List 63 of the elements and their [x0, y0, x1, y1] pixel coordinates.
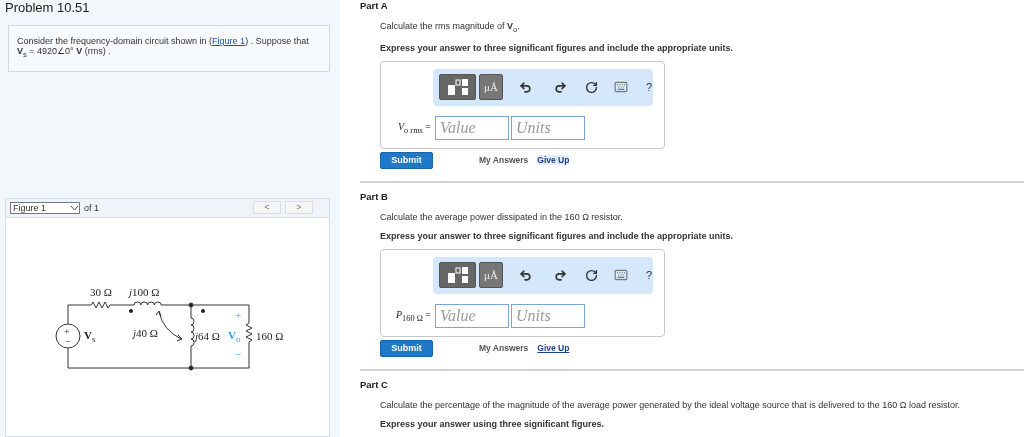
variable-label: P$_{160 Ω}$ = [395, 308, 431, 323]
plus-sign: + [235, 309, 242, 321]
reset-icon [585, 80, 598, 94]
undo-icon [519, 80, 532, 94]
value-field[interactable]: Value [435, 115, 509, 140]
keyboard-icon [614, 80, 628, 95]
help-button[interactable]: ? [646, 81, 653, 94]
undo-button[interactable] [519, 268, 532, 282]
instruction-text: Express your answer to three significant figures and include the appropriate units. [380, 42, 735, 54]
inductor-label: j100 Ω [129, 286, 160, 298]
my-answers-link[interactable]: My Answers [479, 155, 529, 166]
value-field[interactable]: Value [435, 303, 509, 328]
help-button[interactable]: ? [646, 269, 653, 282]
reset-icon [585, 268, 598, 282]
figure-count: of 1 [84, 202, 99, 213]
part-heading: Part B [360, 190, 389, 202]
undo-icon [519, 268, 532, 282]
templates-icon [446, 267, 469, 284]
question-text: Calculate the percentage of the magnitude of the average power generated by the ideal voltage source that is delivered to the 160 Ω load resistor. [380, 399, 962, 411]
resistor-label: 160 Ω [256, 330, 284, 342]
next-button[interactable]: > [285, 201, 313, 215]
problem-statement: Consider the frequency-domain circuit shown in (Figure 1) . Suppose that V$_{s}$ = 4920∠0° V (rms) . [8, 25, 330, 72]
templates-button[interactable] [439, 262, 476, 289]
reset-button[interactable] [585, 268, 598, 282]
inductor-label: j64 Ω [195, 330, 220, 342]
previous-button[interactable]: < [253, 201, 281, 215]
problem-title: Problem 10.51 [5, 0, 91, 15]
instruction-text: Express your answer to three significant figures and include the appropriate units. [380, 230, 735, 242]
submit-button[interactable]: Submit [380, 339, 433, 357]
redo-button[interactable] [554, 268, 567, 282]
units-field[interactable]: Units [511, 303, 585, 328]
templates-icon [446, 79, 469, 96]
minus-sign: − [235, 348, 242, 360]
keyboard-icon [614, 268, 628, 283]
give-up-link[interactable]: Give Up [537, 343, 570, 354]
figure-select[interactable]: Figure 1 [10, 201, 80, 214]
give-up-link[interactable]: Give Up [537, 155, 570, 166]
undo-button[interactable] [519, 80, 532, 94]
my-answers-link[interactable]: My Answers [479, 343, 529, 354]
part-heading: Part C [360, 378, 389, 390]
redo-icon [554, 268, 567, 282]
chevron-icon [70, 204, 79, 211]
units-button[interactable]: μÅ [479, 262, 503, 289]
mutual-inductance-label: j40 Ω [133, 327, 158, 339]
reset-button[interactable] [585, 80, 598, 94]
resistor-label: 30 Ω [90, 286, 112, 298]
keyboard-button[interactable] [614, 80, 628, 95]
redo-button[interactable] [554, 80, 567, 94]
templates-button[interactable] [439, 74, 476, 101]
instruction-text: Express your answer using three significant figures. [380, 418, 606, 430]
keyboard-button[interactable] [614, 268, 628, 283]
units-button[interactable]: μÅ [479, 74, 503, 101]
output-voltage-label: V$_{o}$ [228, 329, 241, 345]
plus-sign: + [64, 325, 70, 337]
source-label: V$_{s}$ [84, 329, 96, 345]
redo-icon [554, 80, 567, 94]
question-text: Calculate the rms magnitude of V$_{o}$. [380, 21, 521, 35]
minus-sign: − [65, 335, 71, 347]
units-field[interactable]: Units [511, 115, 585, 140]
part-heading: Part A [360, 0, 389, 11]
variable-label: V$_{o rms}$ = [397, 120, 431, 135]
submit-button[interactable]: Submit [380, 151, 433, 169]
question-text: Calculate the average power dissipated in the 160 Ω resistor. [380, 211, 624, 223]
